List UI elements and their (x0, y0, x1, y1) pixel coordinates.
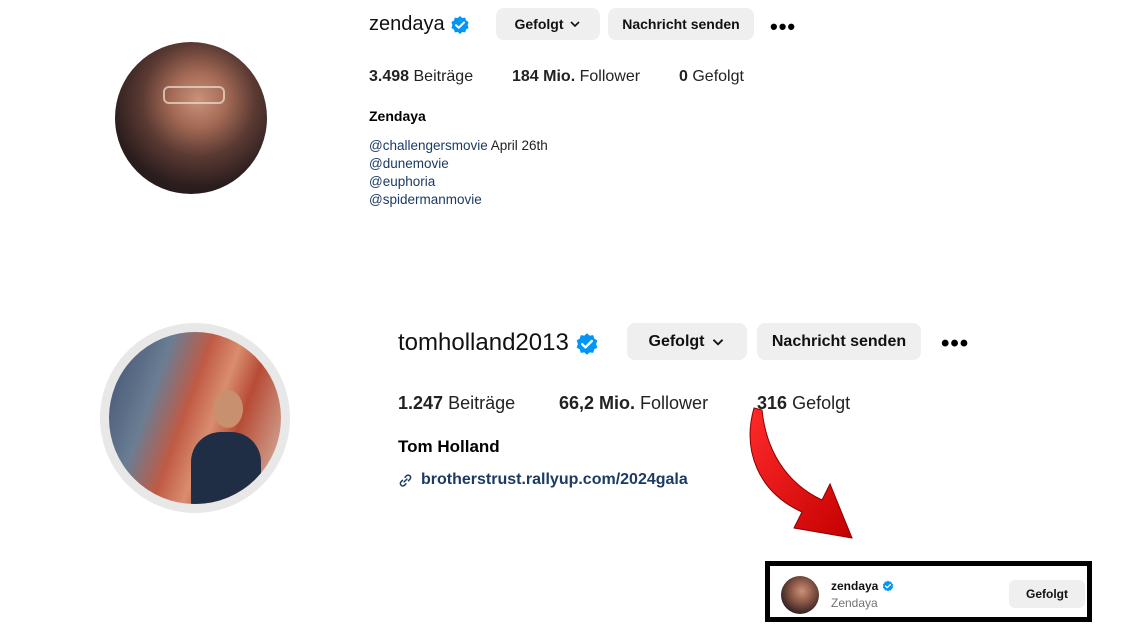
profile-avatar-zendaya[interactable] (115, 42, 267, 194)
followers-count: 66,2 Mio. (559, 393, 636, 413)
display-name: Tom Holland (398, 437, 500, 456)
following-dropdown-button[interactable]: Gefolgt (627, 323, 747, 360)
followers-label: Follower (640, 393, 709, 413)
posts-label: Beiträge (413, 68, 474, 85)
profile-username: zendaya (369, 13, 470, 36)
following-entry-username[interactable]: zendaya (831, 579, 894, 593)
following-entry-button[interactable]: Gefolgt (1009, 580, 1085, 608)
bio-text: April 26th (487, 138, 548, 153)
avatar-photo-detail (163, 86, 225, 104)
chevron-down-icon (712, 338, 723, 346)
verified-badge-icon (883, 580, 894, 592)
bio-link-text: brotherstrust.rallyup.com/2024gala (421, 471, 688, 488)
username-text: zendaya (369, 13, 445, 35)
send-message-button[interactable]: Nachricht senden (608, 8, 754, 40)
followers-stat[interactable]: 66,2 Mio. Follower (559, 393, 708, 414)
following-stat[interactable]: 0 Gefolgt (679, 68, 744, 86)
followers-count: 184 Mio. (512, 68, 576, 85)
followers-label: Follower (579, 68, 641, 85)
profile-avatar-tomholland[interactable] (109, 332, 281, 504)
posts-stat: 1.247 Beiträge (398, 393, 515, 414)
following-list-entry: zendaya Zendaya Gefolgt (765, 561, 1092, 622)
followers-stat[interactable]: 184 Mio. Follower (512, 68, 640, 86)
posts-count: 3.498 (369, 68, 410, 85)
verified-badge-icon (577, 332, 598, 355)
username-text: tomholland2013 (398, 329, 569, 356)
chevron-down-icon (569, 21, 580, 28)
send-message-label: Nachricht senden (771, 332, 907, 350)
avatar-photo-detail (191, 432, 261, 504)
posts-stat: 3.498 Beiträge (369, 68, 473, 86)
following-dropdown-button[interactable]: Gefolgt (496, 8, 600, 40)
following-label: Gefolgt (692, 68, 744, 85)
following-entry-display-name: Zendaya (831, 596, 878, 610)
following-entry-avatar[interactable] (781, 576, 819, 614)
verified-badge-icon (451, 15, 469, 34)
send-message-label: Nachricht senden (622, 16, 740, 32)
posts-label: Beiträge (448, 393, 516, 413)
following-entry-username-text: zendaya (831, 579, 879, 593)
profile-username: tomholland2013 (398, 329, 599, 357)
more-options-icon[interactable]: ••• (770, 14, 796, 40)
following-button-label: Gefolgt (514, 16, 564, 32)
bio-line: @challengersmovie April 26th (369, 137, 548, 155)
bio-mention-link[interactable]: @challengersmovie (369, 138, 488, 153)
more-options-icon[interactable]: ••• (941, 330, 969, 358)
bio-mention-link[interactable]: @spidermanmovie (369, 191, 482, 209)
bio-mention-link[interactable]: @dunemovie (369, 155, 449, 173)
posts-count: 1.247 (398, 393, 444, 413)
bio-mention-link[interactable]: @euphoria (369, 173, 435, 191)
following-button-label: Gefolgt (648, 332, 705, 350)
send-message-button[interactable]: Nachricht senden (757, 323, 921, 360)
following-count: 0 (679, 68, 688, 85)
link-icon (399, 473, 412, 487)
bio-link[interactable]: brotherstrust.rallyup.com/2024gala (398, 471, 688, 489)
display-name: Zendaya (369, 108, 426, 124)
red-arrow-annotation (749, 407, 853, 539)
avatar-photo-detail (213, 390, 243, 428)
